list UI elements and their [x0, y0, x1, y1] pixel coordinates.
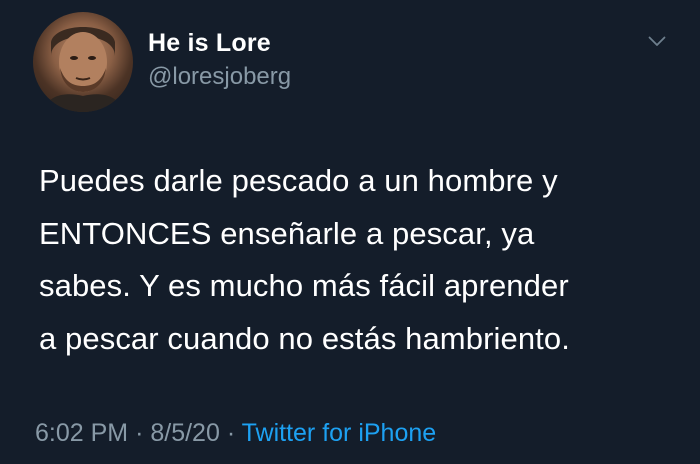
tweet-time: 6:02 PM [35, 419, 129, 447]
tweet-text: Puedes darle pescado a un hombre y ENTON… [39, 163, 570, 356]
chevron-down-icon [648, 36, 666, 46]
author-display-name[interactable]: He is Lore [148, 28, 291, 58]
meta-separator: · [135, 419, 144, 447]
tweet-menu-button[interactable] [644, 30, 670, 52]
avatar-photo-icon [43, 27, 123, 112]
avatar[interactable] [33, 12, 133, 112]
author-handle[interactable]: @loresjoberg [148, 62, 291, 92]
meta-separator: · [226, 419, 236, 447]
tweet-meta: 6:02 PM · 8/5/20 · Twitter for iPhone [35, 416, 436, 450]
tweet-source-link[interactable]: Twitter for iPhone [242, 419, 437, 447]
author-block: He is Lore @loresjoberg [148, 28, 291, 92]
tweet-date[interactable]: 8/5/20 [150, 419, 220, 447]
tweet-card: He is Lore @loresjoberg Puedes darle pes… [0, 0, 700, 464]
